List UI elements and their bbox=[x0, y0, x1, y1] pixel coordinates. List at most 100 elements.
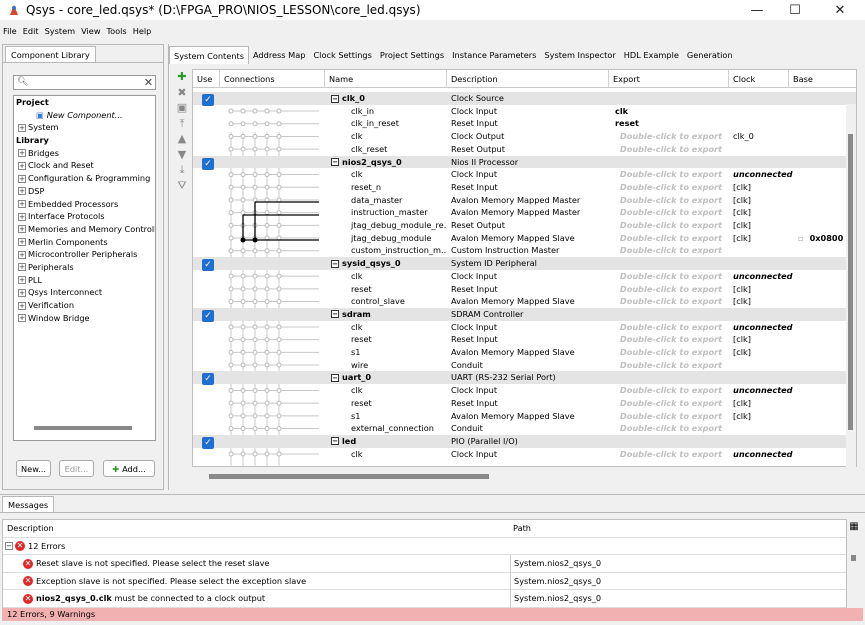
export-cell[interactable]: Double-click to export bbox=[613, 232, 729, 245]
expand-icon[interactable]: + bbox=[18, 149, 26, 158]
clock-cell[interactable]: [clk] bbox=[733, 397, 793, 410]
interface-row[interactable]: instruction_master Avalon Memory Mapped M… bbox=[193, 206, 856, 219]
collapse-icon[interactable]: − bbox=[331, 94, 339, 103]
tree-system[interactable]: + System bbox=[14, 121, 155, 134]
clock-cell[interactable]: unconnected bbox=[733, 448, 793, 461]
col-name[interactable]: Name bbox=[325, 70, 447, 88]
tree-item[interactable]: + Verification bbox=[14, 299, 155, 312]
error-group[interactable]: − ✕ 12 Errors bbox=[3, 538, 846, 555]
export-cell[interactable]: Double-click to export bbox=[613, 219, 729, 232]
tab-project-settings[interactable]: Project Settings bbox=[376, 46, 448, 64]
message-filter-icon[interactable]: ▦ bbox=[847, 521, 861, 535]
component-row[interactable]: ✓ − sysid_qsys_0 System ID Peripheral bbox=[193, 257, 856, 272]
col-description[interactable]: Description bbox=[447, 70, 609, 88]
tab-clock-settings[interactable]: Clock Settings bbox=[309, 46, 375, 64]
interface-row[interactable]: clk Clock Input Double-click to export unco… bbox=[193, 270, 856, 283]
messages-scrollbar[interactable] bbox=[851, 555, 856, 561]
tab-generation[interactable]: Generation bbox=[683, 46, 737, 64]
clock-cell[interactable]: clk_0 bbox=[733, 130, 793, 143]
expand-icon[interactable]: + bbox=[18, 250, 26, 259]
clock-cell[interactable]: [clk] bbox=[733, 283, 793, 296]
interface-row[interactable]: s1 Avalon Memory Mapped Slave Double-click… bbox=[193, 410, 856, 423]
tab-instance-parameters[interactable]: Instance Parameters bbox=[448, 46, 540, 64]
tab-system-inspector[interactable]: System Inspector bbox=[540, 46, 619, 64]
menu-edit[interactable]: Edit bbox=[20, 26, 42, 36]
col-clock[interactable]: Clock bbox=[729, 70, 789, 88]
export-cell[interactable]: Double-click to export bbox=[613, 333, 729, 346]
table-horizontal-scrollbar[interactable] bbox=[209, 474, 489, 479]
interface-row[interactable]: reset Reset Input Double-click to export [c… bbox=[193, 397, 856, 410]
clock-cell[interactable]: [clk] bbox=[733, 333, 793, 346]
add-component-button[interactable]: ✚ Add... bbox=[103, 460, 155, 477]
export-cell[interactable]: Double-click to export bbox=[613, 422, 729, 435]
tree-item[interactable]: + Microcontroller Peripherals bbox=[14, 248, 155, 261]
menu-view[interactable]: View bbox=[78, 26, 103, 36]
export-cell[interactable]: Double-click to export bbox=[613, 283, 729, 296]
tree-library[interactable]: Library bbox=[14, 134, 155, 147]
interface-row[interactable]: reset_n Reset Input Double-click to export… bbox=[193, 181, 856, 194]
export-cell[interactable]: Double-click to export bbox=[613, 168, 729, 181]
clock-cell[interactable]: [clk] bbox=[733, 181, 793, 194]
clock-cell[interactable]: [clk] bbox=[733, 232, 793, 245]
tree-new-component[interactable]: ▣ New Component... bbox=[14, 109, 155, 122]
interface-row[interactable]: clk Clock Input Double-click to export unco… bbox=[193, 168, 856, 181]
export-cell[interactable]: Double-click to export bbox=[613, 448, 729, 461]
expand-icon[interactable]: + bbox=[18, 288, 26, 297]
col-export[interactable]: Export bbox=[609, 70, 729, 88]
collapse-icon[interactable]: − bbox=[331, 437, 339, 446]
collapse-icon[interactable]: − bbox=[5, 542, 13, 550]
tree-item[interactable]: + Interface Protocols bbox=[14, 210, 155, 223]
export-cell[interactable]: Double-click to export bbox=[613, 295, 729, 308]
export-cell[interactable]: Double-click to export bbox=[613, 321, 729, 334]
tree-item[interactable]: + Window Bridge bbox=[14, 312, 155, 325]
remove-icon[interactable]: ✖ bbox=[175, 86, 189, 102]
col-connections[interactable]: Connections bbox=[220, 70, 325, 88]
tree-item[interactable]: + Memories and Memory Controllers bbox=[14, 223, 155, 236]
interface-row[interactable]: reset Reset Input Double-click to export [c… bbox=[193, 283, 856, 296]
move-bottom-icon[interactable]: ⤓ bbox=[175, 163, 189, 179]
interface-row[interactable]: clk_in Clock Input clk bbox=[193, 105, 856, 118]
export-cell[interactable]: Double-click to export bbox=[613, 244, 729, 257]
interface-row[interactable]: data_master Avalon Memory Mapped Master Do… bbox=[193, 194, 856, 207]
edit-component-button[interactable]: Edit... bbox=[59, 460, 94, 477]
component-row[interactable]: ✓ − sdram SDRAM Controller bbox=[193, 307, 856, 322]
clock-cell[interactable]: unconnected bbox=[733, 270, 793, 283]
expand-icon[interactable]: + bbox=[18, 200, 26, 208]
interface-row[interactable]: reset Reset Input Double-click to export [c… bbox=[193, 333, 856, 346]
col-use[interactable]: Use bbox=[193, 70, 220, 88]
message-row[interactable]: ✕ nios2_qsys_0.clk must be connected to a… bbox=[3, 590, 846, 608]
menu-help[interactable]: Help bbox=[130, 26, 155, 36]
interface-row[interactable]: clk Clock Output Double-click to export clk… bbox=[193, 130, 856, 143]
interface-row[interactable]: jtag_debug_module_re... Reset Output Doubl… bbox=[193, 219, 856, 232]
menu-system[interactable]: System bbox=[42, 26, 79, 36]
component-row[interactable]: ✓ − clk_0 Clock Source bbox=[193, 92, 856, 106]
export-cell[interactable]: Double-click to export bbox=[613, 206, 729, 219]
move-up-icon[interactable]: ▲ bbox=[175, 132, 189, 148]
export-cell[interactable]: Double-click to export bbox=[613, 359, 729, 372]
col-base[interactable]: Base bbox=[789, 70, 849, 88]
export-cell[interactable]: Double-click to export bbox=[613, 143, 729, 156]
export-cell[interactable]: Double-click to export bbox=[613, 384, 729, 397]
collapse-icon[interactable]: − bbox=[331, 310, 339, 319]
menu-tools[interactable]: Tools bbox=[104, 26, 130, 36]
tree-item[interactable]: + PLL bbox=[14, 274, 155, 287]
tree-project[interactable]: Project bbox=[14, 96, 155, 109]
expand-icon[interactable]: + bbox=[18, 187, 26, 196]
clock-cell[interactable]: [clk] bbox=[733, 346, 793, 359]
collapse-icon[interactable]: − bbox=[331, 158, 339, 166]
tree-item[interactable]: + Embedded Processors bbox=[14, 198, 155, 211]
add-icon[interactable]: ✚ bbox=[175, 70, 189, 86]
clock-cell[interactable]: [clk] bbox=[733, 295, 793, 308]
maximize-button[interactable]: ☐ bbox=[773, 0, 817, 20]
lock-icon[interactable]: ▫ bbox=[798, 233, 804, 243]
interface-row[interactable]: clk_in_reset Reset Input reset bbox=[193, 117, 856, 130]
interface-row[interactable]: s1 Avalon Memory Mapped Slave Double-click… bbox=[193, 346, 856, 359]
tree-item[interactable]: + DSP bbox=[14, 185, 155, 198]
edit-icon[interactable]: ▣ bbox=[175, 101, 189, 117]
interface-row[interactable]: custom_instruction_m... Custom Instructio… bbox=[193, 244, 856, 257]
collapse-icon[interactable]: − bbox=[331, 373, 339, 382]
expand-icon[interactable]: + bbox=[18, 276, 26, 285]
interface-row[interactable]: clk Clock Input Double-click to export unco… bbox=[193, 384, 856, 397]
expand-icon[interactable]: + bbox=[18, 174, 26, 183]
tree-item[interactable]: + Peripherals bbox=[14, 261, 155, 274]
